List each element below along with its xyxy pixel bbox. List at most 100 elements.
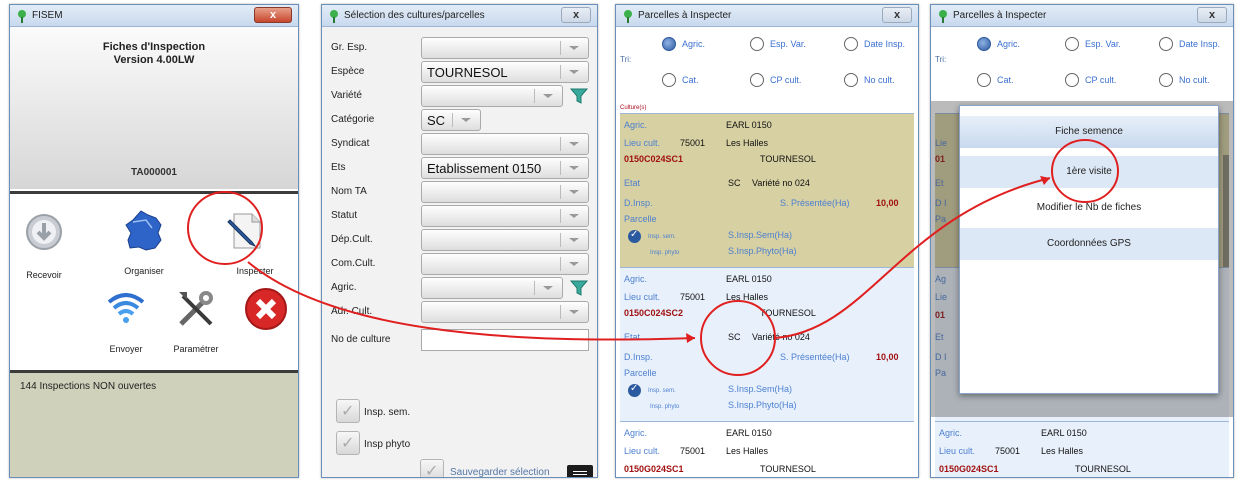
field-label: Syndicat [331, 138, 370, 149]
sort-no-cult-radio[interactable] [844, 73, 858, 87]
download-icon [26, 214, 62, 250]
filter-icon[interactable] [570, 279, 588, 297]
filter-row: Adr. Cult. [331, 301, 589, 323]
gr-esp-select[interactable] [421, 37, 589, 59]
filter-row: Variété [331, 85, 588, 107]
cp-value: 75001 [995, 446, 1021, 456]
menu-item-coordonnees-gps[interactable]: Coordonnées GPS [960, 228, 1218, 260]
sort-cp-cult-radio[interactable] [1065, 73, 1079, 87]
sort-date-insp-radio[interactable] [844, 37, 858, 51]
insp-sem-check-icon[interactable] [628, 229, 641, 243]
sort-agric-radio[interactable] [662, 37, 676, 51]
filter-icon[interactable] [570, 87, 588, 105]
envoyer-button[interactable]: Envoyer [86, 286, 166, 356]
field-label: Nom TA [331, 186, 367, 197]
chevron-down-icon [560, 233, 586, 247]
select-value: TOURNESOL [427, 65, 508, 80]
espece-value: TOURNESOL [760, 464, 816, 474]
menu-icon[interactable] [567, 465, 593, 477]
radio-label: Date Insp. [864, 39, 906, 49]
fisem-window: FISEM x Fiches d'Inspection Version 4.00… [9, 4, 299, 478]
lieu-label: Lieu cult. [624, 292, 661, 302]
recevoir-button[interactable]: Recevoir [10, 212, 84, 282]
field-label: Dép.Cult. [331, 234, 373, 245]
agric-label: Agric. [939, 428, 963, 438]
app-icon [939, 10, 947, 23]
close-button[interactable]: x [561, 7, 591, 23]
status-message: 144 Inspections NON ouvertes [10, 373, 298, 477]
dep-cult-select[interactable] [421, 229, 589, 251]
filter-row: Nom TA [331, 181, 589, 203]
sort-cat-radio[interactable] [662, 73, 676, 87]
culture-card[interactable]: Agric. EARL 0150 Lieu cult. 75001 Les Ha… [620, 421, 914, 477]
insp-phyto-checkbox[interactable] [336, 431, 360, 455]
parcelles-menu-window: Parcelles à Inspecter x Tri: Agric. Esp.… [930, 4, 1234, 478]
close-button[interactable]: x [882, 7, 912, 23]
espece-select[interactable]: TOURNESOL [421, 61, 589, 83]
save-selection-button[interactable]: Sauvegarder sélection [450, 467, 550, 477]
sort-esp-var-radio[interactable] [1065, 37, 1079, 51]
insp-phyto-label: Insp. phyto [650, 250, 680, 256]
chevron-down-icon [560, 137, 586, 151]
filter-form: Gr. Esp. Espèce TOURNESOL Variété Catégo… [322, 27, 597, 477]
insp-phyto-label: Insp phyto [364, 439, 411, 450]
chevron-down-icon [560, 305, 586, 319]
quit-button[interactable] [226, 286, 298, 356]
parametrer-button[interactable]: Paramétrer [156, 286, 236, 356]
terminal-id: TA000001 [131, 167, 177, 178]
app-title: Fiches d'Inspection [102, 41, 206, 53]
statut-select[interactable] [421, 205, 589, 227]
espece-value: TOURNESOL [760, 154, 816, 164]
insp-sem-check-icon[interactable] [628, 383, 641, 397]
culture-card[interactable]: Agric. EARL 0150 Lieu cult. 75001 Les Ha… [620, 267, 914, 421]
insp-phyto-label: Insp. phyto [650, 404, 680, 410]
culture-card[interactable]: Agric. EARL 0150 Lieu cult. 75001 Les Ha… [935, 421, 1229, 477]
close-button[interactable]: x [1197, 7, 1227, 23]
window-title: FISEM [32, 10, 63, 21]
organiser-button[interactable]: Organiser [104, 208, 184, 278]
chevron-down-icon [560, 41, 586, 55]
menu-item-premiere-visite[interactable]: 1ère visite [960, 156, 1218, 188]
sort-esp-var-radio[interactable] [750, 37, 764, 51]
sort-cp-cult-radio[interactable] [750, 73, 764, 87]
agric-select[interactable] [421, 277, 563, 299]
lieu-value: Les Halles [726, 292, 769, 302]
main-menu: Recevoir Organiser Inspecter Envoyer Par… [10, 194, 298, 366]
culture-card[interactable]: Agric. EARL 0150 Lieu cult. 75001 Les Ha… [620, 113, 914, 267]
close-button[interactable]: x [254, 7, 292, 23]
recevoir-label: Recevoir [26, 270, 62, 280]
france-map-icon [125, 210, 162, 251]
adr-cult-select[interactable] [421, 301, 589, 323]
sort-cat-radio[interactable] [977, 73, 991, 87]
ets-select[interactable]: Etablissement 0150 [421, 157, 589, 179]
variete-select[interactable] [421, 85, 563, 107]
insp-sem-checkbox[interactable] [336, 399, 360, 423]
field-label: Agric. [331, 282, 357, 293]
save-selection-checkbox[interactable] [420, 459, 444, 477]
sort-label: Tri: [620, 55, 632, 64]
select-value: SC [427, 113, 446, 128]
document-pen-icon [227, 213, 261, 249]
radio-label: Cat. [682, 75, 699, 85]
window-title: Parcelles à Inspecter [953, 10, 1047, 21]
filter-row: Syndicat [331, 133, 589, 155]
lieu-value: Les Halles [726, 138, 769, 148]
syndicat-select[interactable] [421, 133, 589, 155]
radio-label: CP cult. [1085, 75, 1117, 85]
chevron-down-icon [560, 185, 586, 199]
nom-ta-select[interactable] [421, 181, 589, 203]
inspecter-button[interactable]: Inspecter [205, 208, 285, 278]
menu-item-modifier-nb-fiches[interactable]: Modifier le Nb de fiches [960, 192, 1218, 224]
agric-value: EARL 0150 [726, 428, 772, 438]
menu-item-fiche-semence[interactable]: Fiche semence [960, 116, 1218, 148]
sort-agric-radio[interactable] [977, 37, 991, 51]
etat-label: Etat [624, 332, 641, 342]
culture-code: 0150G024SC1 [624, 464, 684, 474]
filter-row: Statut [331, 205, 589, 227]
no-culture-input[interactable] [421, 329, 589, 351]
com-cult-select[interactable] [421, 253, 589, 275]
sort-no-cult-radio[interactable] [1159, 73, 1173, 87]
select-value: Etablissement 0150 [427, 161, 542, 176]
sort-date-insp-radio[interactable] [1159, 37, 1173, 51]
categorie-select[interactable]: SC [421, 109, 481, 131]
